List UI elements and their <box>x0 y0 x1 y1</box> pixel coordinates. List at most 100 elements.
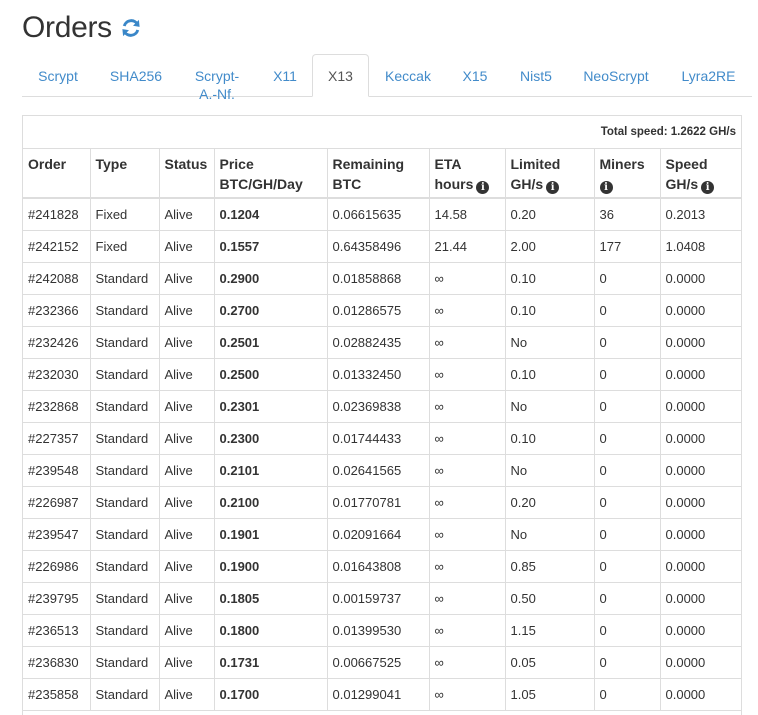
cell-order-status: Alive <box>158 358 215 391</box>
tab-x11[interactable]: X11 <box>258 54 312 95</box>
col-order-header[interactable]: Order <box>23 148 91 199</box>
cell-remaining-btc: 0.00159737 <box>326 582 430 615</box>
cell-price: 0.1800 <box>213 614 328 647</box>
tab-scrypt[interactable]: Scrypt <box>22 54 94 95</box>
cell-order-id: #236513 <box>23 614 91 647</box>
algorithm-tabs: Scrypt SHA256 Scrypt- A.-Nf. X11 X13 Kecc… <box>22 54 752 102</box>
col-status-header[interactable]: Status <box>158 148 215 199</box>
cell-order-status: Alive <box>158 230 215 263</box>
total-speed-text: Total speed: 1.2622 GH/s <box>600 126 736 138</box>
cell-order-status: Alive <box>158 614 215 647</box>
cell-order-status: Alive <box>158 582 215 615</box>
table-row[interactable]: #232426 Standard Alive 0.2501 0.02882435 ∞ No 0… <box>23 326 741 359</box>
col-eta-header[interactable]: ETA hours i <box>428 148 506 199</box>
tab-gap <box>567 95 569 96</box>
tab-gap <box>256 95 258 96</box>
info-circle-icon[interactable]: i <box>701 181 715 194</box>
cell-limited-speed: No <box>504 390 595 423</box>
cell-price: 0.1901 <box>213 518 328 551</box>
cell-speed: 0.0000 <box>659 550 741 583</box>
cell-eta-hours: ∞ <box>428 518 506 551</box>
cell-order-id: #226987 <box>23 486 91 519</box>
cell-price: 0.1900 <box>213 550 328 583</box>
cell-miners: 0 <box>593 262 661 295</box>
cell-speed: 0.0000 <box>659 454 741 487</box>
cell-order-type: Standard <box>89 582 160 615</box>
table-row[interactable]: #239548 Standard Alive 0.2101 0.02641565 ∞ No 0… <box>23 454 741 487</box>
cell-order-status: Alive <box>158 486 215 519</box>
cell-miners: 0 <box>593 678 661 711</box>
table-row[interactable]: #236830 Standard Alive 0.1731 0.00667525 ∞ 0.0… <box>23 646 741 679</box>
cell-order-type: Standard <box>89 326 160 359</box>
table-row[interactable]: #226986 Standard Alive 0.1900 0.01643808 ∞ 0.8… <box>23 550 741 583</box>
table-row[interactable]: #242088 Standard Alive 0.2900 0.01858868 ∞ 0.1… <box>23 262 741 295</box>
cell-remaining-btc: 0.01744433 <box>326 422 430 455</box>
table-row[interactable]: #227357 Standard Alive 0.2300 0.01744433 ∞ 0.1… <box>23 422 741 455</box>
table-row[interactable]: #226987 Standard Alive 0.2100 0.01770781 ∞ 0.2… <box>23 486 741 519</box>
table-row[interactable]: #232030 Standard Alive 0.2500 0.01332450 ∞ 0.1… <box>23 358 741 391</box>
tab-sha256[interactable]: SHA256 <box>96 54 176 95</box>
cell-miners: 0 <box>593 422 661 455</box>
cell-miners: 0 <box>593 454 661 487</box>
cell-order-type: Standard <box>89 454 160 487</box>
cell-speed: 0.0000 <box>659 326 741 359</box>
cell-miners: 0 <box>593 326 661 359</box>
cell-miners: 0 <box>593 486 661 519</box>
cell-price: 0.1557 <box>213 230 328 263</box>
cell-eta-hours: ∞ <box>428 582 506 615</box>
table-row[interactable]: #241828 Fixed Alive 0.1204 0.06615635 14.58 0.… <box>23 197 741 231</box>
table-row[interactable]: #232868 Standard Alive 0.2301 0.02369838 ∞ No 0… <box>23 390 741 423</box>
col-speed-header[interactable]: Speed GH/s i <box>659 148 741 199</box>
cell-remaining-btc: 0.00667525 <box>326 646 430 679</box>
col-type-header[interactable]: Type <box>89 148 160 199</box>
tab-gap <box>663 95 665 96</box>
table-row[interactable]: #236513 Standard Alive 0.1800 0.01399530 ∞ 1.1… <box>23 614 741 647</box>
col-miners-header[interactable]: Miners i <box>593 148 661 199</box>
cell-order-id: #239547 <box>23 518 91 551</box>
tab-lyra2re[interactable]: Lyra2RE <box>665 54 752 95</box>
tab-scrypt-a-nf[interactable]: Scrypt- A.-Nf. <box>178 54 256 102</box>
tab-x15[interactable]: X15 <box>447 54 503 95</box>
cell-speed: 0.0000 <box>659 262 741 295</box>
cell-order-status: Alive <box>158 422 215 455</box>
tab-nist5[interactable]: Nist5 <box>505 54 567 95</box>
table-header-row: Order Type Status Price BTC/GH/Day Remain… <box>23 148 741 199</box>
cell-limited-speed: 0.20 <box>504 486 595 519</box>
cell-limited-speed: 1.15 <box>504 614 595 647</box>
tab-keccak[interactable]: Keccak <box>371 54 445 95</box>
cell-price: 0.2300 <box>213 422 328 455</box>
table-row[interactable]: #242152 Fixed Alive 0.1557 0.64358496 21.44 2.… <box>23 230 741 263</box>
cell-miners: 0 <box>593 550 661 583</box>
cell-speed: 0.2013 <box>659 197 741 231</box>
cell-order-status: Alive <box>158 197 215 231</box>
cell-eta-hours: ∞ <box>428 550 506 583</box>
cell-price: 0.2500 <box>213 358 328 391</box>
table-row[interactable]: #239795 Standard Alive 0.1805 0.00159737 ∞ 0.5… <box>23 582 741 615</box>
table-row[interactable]: #235858 Standard Alive 0.1700 0.01299041 ∞ 1.0… <box>23 678 741 711</box>
info-circle-icon[interactable]: i <box>476 181 490 194</box>
cell-miners: 177 <box>593 230 661 263</box>
table-row[interactable]: #232366 Standard Alive 0.2700 0.01286575 ∞ 0.1… <box>23 294 741 327</box>
cell-order-id: #239548 <box>23 454 91 487</box>
orders-table: Order Type Status Price BTC/GH/Day Remain… <box>23 148 741 711</box>
cell-speed: 0.0000 <box>659 582 741 615</box>
cell-order-type: Standard <box>89 262 160 295</box>
tab-x13[interactable]: X13 <box>312 54 369 97</box>
cell-remaining-btc: 0.01299041 <box>326 678 430 711</box>
refresh-icon[interactable] <box>120 17 142 39</box>
col-limited-header[interactable]: Limited GH/s i <box>504 148 595 199</box>
info-circle-icon[interactable]: i <box>599 181 613 194</box>
info-circle-icon[interactable]: i <box>546 181 560 194</box>
cell-order-id: #236830 <box>23 646 91 679</box>
cell-limited-speed: 0.50 <box>504 582 595 615</box>
cell-remaining-btc: 0.01399530 <box>326 614 430 647</box>
cell-order-id: #232426 <box>23 326 91 359</box>
col-remaining-header[interactable]: Remaining BTC <box>326 148 430 199</box>
tab-neoscrypt[interactable]: NeoScrypt <box>569 54 663 95</box>
cell-order-type: Fixed <box>89 197 160 231</box>
cell-eta-hours: ∞ <box>428 294 506 327</box>
cell-order-status: Alive <box>158 454 215 487</box>
cell-miners: 0 <box>593 582 661 615</box>
table-row[interactable]: #239547 Standard Alive 0.1901 0.02091664 ∞ No 0… <box>23 518 741 551</box>
col-price-header[interactable]: Price BTC/GH/Day <box>213 148 328 199</box>
